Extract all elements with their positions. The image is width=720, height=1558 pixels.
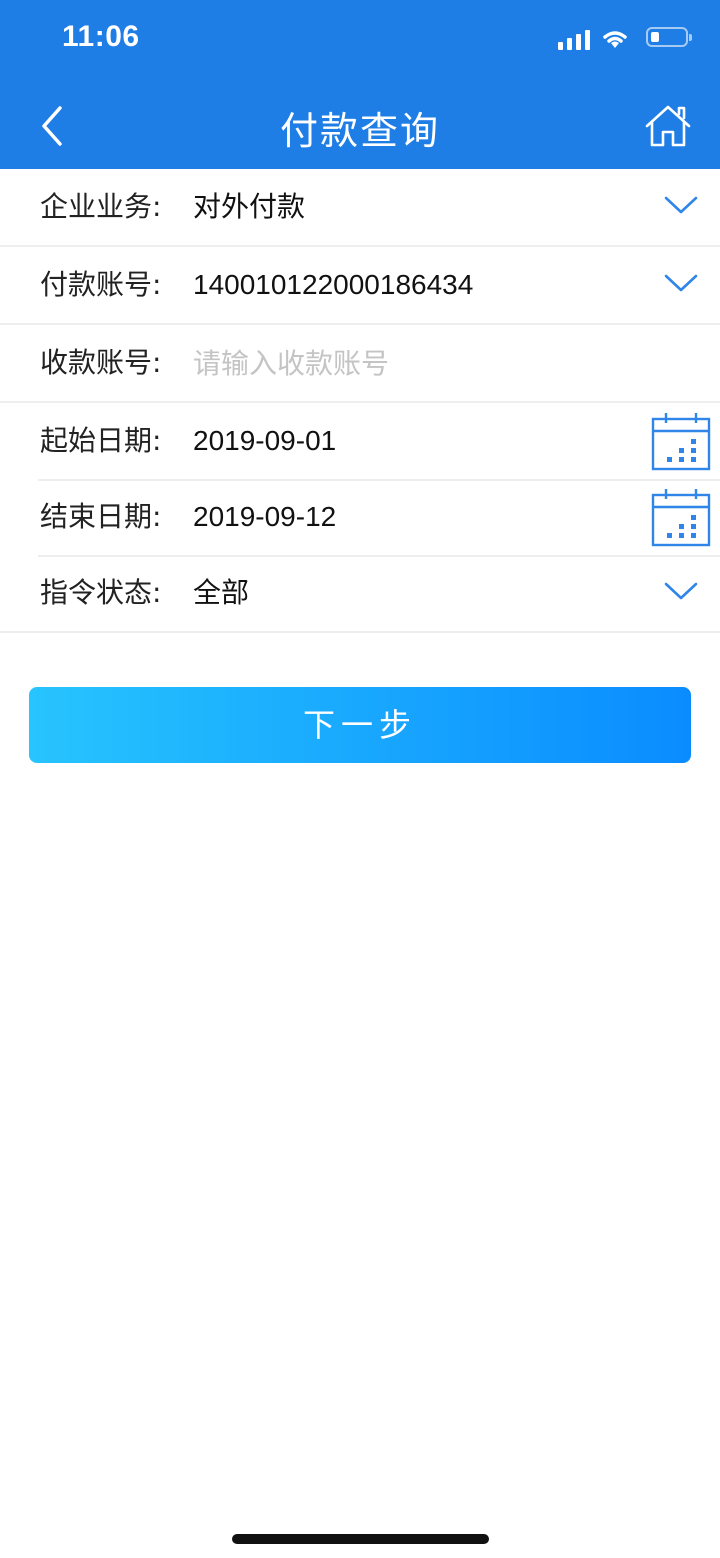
app-header: 11:06 付款查询 — [0, 0, 720, 169]
home-indicator — [232, 1534, 489, 1544]
payee-account-label: 收款账号: — [40, 346, 162, 379]
payer-account-label: 付款账号: — [40, 268, 162, 301]
payee-account-input[interactable] — [193, 343, 673, 383]
payer-account-row[interactable]: 付款账号: 140010122000186434 — [0, 247, 720, 325]
home-button[interactable] — [642, 100, 694, 152]
wifi-icon — [603, 31, 627, 48]
business-value: 对外付款 — [193, 190, 306, 223]
calendar-icon[interactable] — [651, 411, 711, 471]
start-date-label: 起始日期: — [40, 424, 162, 457]
end-date-label: 结束日期: — [40, 500, 162, 533]
status-value: 全部 — [193, 576, 250, 609]
next-step-button[interactable]: 下一步 — [29, 687, 691, 763]
business-row[interactable]: 企业业务: 对外付款 — [0, 169, 720, 247]
payee-account-row: 收款账号: — [0, 325, 720, 403]
business-label: 企业业务: — [40, 190, 162, 223]
payer-account-value: 140010122000186434 — [193, 269, 474, 300]
query-form: 企业业务: 对外付款 付款账号: 140010122000186434 收款账号… — [0, 169, 720, 633]
chevron-down-icon[interactable] — [664, 195, 698, 215]
end-date-row[interactable]: 结束日期: 2019-09-12 — [0, 479, 720, 557]
home-icon — [645, 105, 691, 147]
calendar-icon[interactable] — [651, 487, 711, 547]
signal-icon — [558, 28, 590, 50]
status-time: 11:06 — [62, 20, 140, 53]
end-date-value: 2019-09-12 — [193, 501, 337, 532]
status-label: 指令状态: — [40, 576, 162, 609]
start-date-row[interactable]: 起始日期: 2019-09-01 — [0, 403, 720, 481]
chevron-down-icon[interactable] — [664, 273, 698, 293]
start-date-value: 2019-09-01 — [193, 425, 337, 456]
page-title: 付款查询 — [279, 109, 440, 153]
chevron-down-icon[interactable] — [664, 581, 698, 601]
battery-icon — [646, 27, 692, 47]
status-row[interactable]: 指令状态: 全部 — [0, 555, 720, 633]
